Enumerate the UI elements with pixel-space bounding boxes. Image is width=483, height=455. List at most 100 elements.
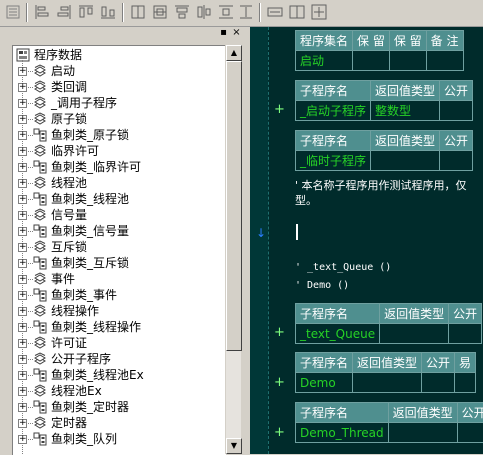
tree-item[interactable]: + 互斥锁 — [13, 239, 223, 255]
same-width-icon[interactable] — [99, 3, 117, 21]
distribute-h-icon[interactable] — [77, 3, 95, 21]
tree-item-label: 定时器 — [51, 416, 88, 430]
public-cell[interactable] — [421, 372, 456, 393]
toolbar-separator — [122, 3, 124, 22]
close-icon[interactable]: × — [231, 28, 242, 39]
tree-item[interactable]: + 鱼刺类_线程池 — [13, 191, 223, 207]
tree-item[interactable]: + 鱼刺类_定时器 — [13, 399, 223, 415]
expand-toggle-icon[interactable]: + — [18, 67, 27, 76]
return-type-cell[interactable] — [387, 422, 458, 443]
assembly-name-cell[interactable]: 启动 — [294, 50, 354, 71]
subroutine-name-cell[interactable]: Demo_Thread — [295, 422, 389, 443]
align-left-icon[interactable] — [4, 3, 22, 21]
tree-item[interactable]: + 信号量 — [13, 207, 223, 223]
same-size-icon[interactable] — [151, 3, 169, 21]
tree-root[interactable]: 程序数据 — [16, 47, 216, 63]
expand-toggle-icon[interactable]: + — [18, 323, 27, 332]
expand-toggle-icon[interactable]: + — [18, 419, 27, 428]
space-h-icon[interactable] — [266, 3, 284, 21]
expand-toggle-icon[interactable]: + — [18, 387, 27, 396]
expand-toggle-icon[interactable]: + — [18, 275, 27, 284]
space-v-icon[interactable] — [237, 3, 255, 21]
comment-line[interactable]: 型。 — [295, 192, 317, 208]
tree-item[interactable]: + 鱼刺类_线程操作 — [13, 319, 223, 335]
public-cell[interactable] — [439, 100, 474, 121]
expand-toggle-icon[interactable]: + — [18, 307, 27, 316]
expand-toggle-icon[interactable]: + — [18, 99, 27, 108]
align-bottom-icon[interactable] — [217, 3, 235, 21]
expand-icon[interactable]: + — [274, 102, 285, 117]
tree-scrollbar[interactable]: ▲ ▼ — [225, 45, 242, 454]
expand-toggle-icon[interactable]: + — [18, 179, 27, 188]
public-cell[interactable] — [456, 422, 483, 443]
table-cell[interactable] — [388, 50, 427, 71]
expand-toggle-icon[interactable]: + — [18, 403, 27, 412]
return-type-cell[interactable] — [379, 323, 450, 344]
expand-toggle-icon[interactable]: + — [18, 259, 27, 268]
center-h-icon[interactable] — [288, 3, 306, 21]
subroutine-name-cell[interactable]: _text_Queue — [294, 323, 381, 344]
code-line[interactable]: ' _text_Queue () — [295, 262, 391, 273]
tree-item[interactable]: + 线程池Ex — [13, 383, 223, 399]
expand-toggle-icon[interactable]: + — [18, 291, 27, 300]
scroll-thumb[interactable] — [226, 61, 242, 351]
expand-toggle-icon[interactable]: + — [18, 243, 27, 252]
expand-toggle-icon[interactable]: + — [18, 163, 27, 172]
tree-item[interactable]: + 线程池 — [13, 175, 223, 191]
align-center-icon[interactable] — [33, 3, 51, 21]
tree-item[interactable]: + 鱼刺类_临界许可 — [13, 159, 223, 175]
tree-item[interactable]: + 鱼刺类_事件 — [13, 287, 223, 303]
subroutine-name-cell[interactable]: _启动子程序 — [294, 100, 372, 121]
public-cell[interactable] — [439, 150, 474, 171]
subroutine-name-cell[interactable]: _临时子程序 — [294, 150, 372, 171]
tree-item[interactable]: + 鱼刺类_信号量 — [13, 223, 223, 239]
return-type-cell[interactable] — [352, 372, 423, 393]
expand-icon[interactable]: + — [274, 325, 285, 340]
expand-toggle-icon[interactable]: + — [18, 195, 27, 204]
pin-icon[interactable]: ▪ — [218, 28, 229, 39]
tree-item[interactable]: + 临界许可 — [13, 143, 223, 159]
expand-toggle-icon[interactable]: + — [18, 147, 27, 156]
expand-toggle-icon[interactable]: + — [18, 211, 27, 220]
code-line[interactable]: ' Demo () — [295, 280, 349, 291]
tree-item[interactable]: + 事件 — [13, 271, 223, 287]
comment-line[interactable]: ' 本名称子程序用作测试程序用，仅 — [295, 177, 467, 193]
return-type-cell[interactable] — [370, 150, 441, 171]
expand-toggle-icon[interactable]: + — [18, 115, 27, 124]
tree-item[interactable]: + 原子锁 — [13, 111, 223, 127]
tree-item[interactable]: + 启动 — [13, 63, 223, 79]
subroutine-name-cell[interactable]: Demo — [294, 372, 354, 393]
tree-item[interactable]: + 类回调 — [13, 79, 223, 95]
expand-icon[interactable]: + — [274, 375, 285, 390]
tree-item[interactable]: + _调用子程序 — [13, 95, 223, 111]
expand-toggle-icon[interactable]: + — [18, 83, 27, 92]
public-cell[interactable] — [448, 323, 483, 344]
align-right-icon[interactable] — [55, 3, 73, 21]
easy-cell[interactable] — [454, 372, 477, 393]
expand-toggle-icon[interactable]: + — [18, 435, 27, 444]
return-type-cell[interactable]: 整数型 — [370, 100, 441, 121]
code-editor[interactable]: 程序集名 保 留 保 留 备 注 启动 + 子程序名 返回值类型 公开 _启动子… — [250, 27, 483, 454]
tree-item[interactable]: + 定时器 — [13, 415, 223, 431]
tree-item[interactable]: + 线程操作 — [13, 303, 223, 319]
expand-toggle-icon[interactable]: + — [18, 227, 27, 236]
table-cell[interactable] — [352, 50, 390, 71]
tree-item[interactable]: + 鱼刺类_线程池Ex — [13, 367, 223, 383]
same-height-icon[interactable] — [129, 3, 147, 21]
scroll-down-icon[interactable]: ▼ — [226, 438, 242, 454]
expand-toggle-icon[interactable]: + — [18, 131, 27, 140]
expand-icon[interactable]: + — [274, 425, 285, 440]
align-middle-icon[interactable] — [195, 3, 213, 21]
expand-toggle-icon[interactable]: + — [18, 371, 27, 380]
scroll-up-icon[interactable]: ▲ — [226, 45, 242, 61]
expand-toggle-icon[interactable]: + — [18, 339, 27, 348]
tree-item[interactable]: + 公开子程序 — [13, 351, 223, 367]
tree-item[interactable]: + 鱼刺类_原子锁 — [13, 127, 223, 143]
center-both-icon[interactable] — [310, 3, 328, 21]
tree-item[interactable]: + 许可证 — [13, 335, 223, 351]
expand-toggle-icon[interactable]: + — [18, 355, 27, 364]
table-cell[interactable] — [425, 50, 464, 71]
tree-item[interactable]: + 鱼刺类_队列 — [13, 431, 223, 447]
tree-item[interactable]: + 鱼刺类_互斥锁 — [13, 255, 223, 271]
align-top-icon[interactable] — [173, 3, 191, 21]
